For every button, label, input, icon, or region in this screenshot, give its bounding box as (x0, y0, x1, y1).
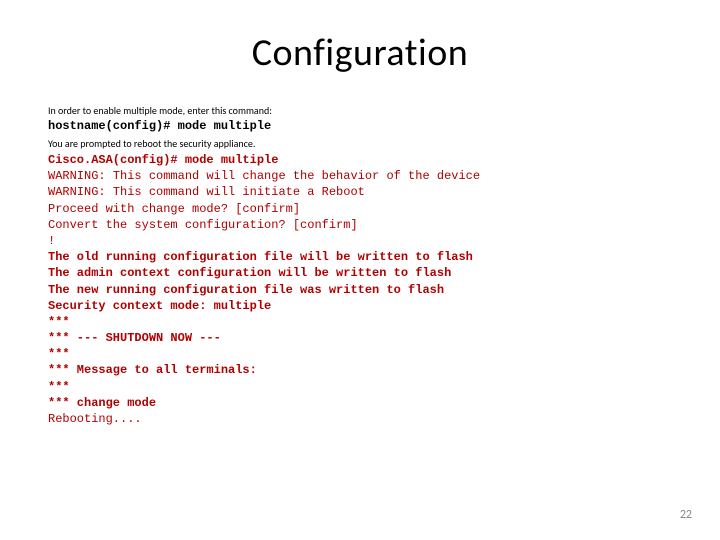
term-line: *** --- SHUTDOWN NOW --- (48, 331, 221, 345)
term-line: *** change mode (48, 396, 156, 410)
term-line: *** Message to all terminals: (48, 363, 257, 377)
term-line: The old running configuration file will … (48, 250, 473, 264)
slide: Configuration In order to enable multipl… (0, 0, 720, 540)
term-line: *** (48, 380, 70, 394)
page-title: Configuration (48, 30, 672, 76)
term-line: Rebooting.... (48, 412, 142, 426)
page-number: 22 (680, 508, 692, 522)
command-line-1: hostname(config)# mode multiple (48, 119, 672, 133)
intro-text-1: In order to enable multiple mode, enter … (48, 104, 672, 117)
term-line: Convert the system configuration? [confi… (48, 218, 358, 232)
intro-text-2: You are prompted to reboot the security … (48, 137, 672, 150)
term-line: ! (48, 234, 55, 248)
term-line: Cisco.ASA(config)# mode multiple (48, 153, 278, 167)
term-line: The admin context configuration will be … (48, 266, 451, 280)
term-line: *** (48, 315, 70, 329)
term-line: WARNING: This command will change the be… (48, 169, 480, 183)
term-line: WARNING: This command will initiate a Re… (48, 185, 365, 199)
term-line: Proceed with change mode? [confirm] (48, 202, 300, 216)
term-line: Security context mode: multiple (48, 299, 271, 313)
term-line: The new running configuration file was w… (48, 283, 444, 297)
terminal-output: Cisco.ASA(config)# mode multiple WARNING… (48, 152, 672, 427)
term-line: *** (48, 347, 70, 361)
